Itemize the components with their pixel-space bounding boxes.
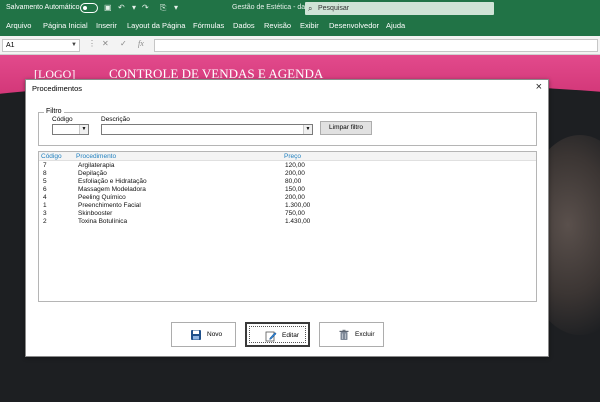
cell-codigo: 4 xyxy=(43,194,47,201)
cell-preco: 120,00 xyxy=(285,162,305,169)
quick-access-icon[interactable]: ⎘ xyxy=(160,3,166,13)
cell-preco: 200,00 xyxy=(285,170,305,177)
editar-label: Editar xyxy=(282,332,299,339)
cell-codigo: 5 xyxy=(43,178,47,185)
excluir-label: Excluir xyxy=(355,331,375,338)
document-title: Gestão de Estética - dados xyxy=(232,4,317,11)
cell-procedimento: Skinbooster xyxy=(78,210,113,217)
save-disk-icon xyxy=(191,330,201,340)
descricao-label: Descrição xyxy=(101,116,130,123)
cell-codigo: 2 xyxy=(43,218,47,225)
autosave-label: Salvamento Automático xyxy=(6,4,80,11)
list-item[interactable]: 4 Peeling Químico 200,00 xyxy=(39,194,536,202)
insert-function-icon[interactable]: fx xyxy=(138,39,144,48)
tab-layout-pagina[interactable]: Layout da Página xyxy=(127,21,185,30)
save-icon[interactable]: ▣ xyxy=(104,3,112,12)
chevron-down-icon[interactable]: ▼ xyxy=(79,125,88,134)
cell-procedimento: Massagem Modeladora xyxy=(78,186,146,193)
chevron-down-icon[interactable]: ▼ xyxy=(71,40,77,51)
cell-preco: 1.430,00 xyxy=(285,218,311,225)
search-box[interactable]: ⌕ Pesquisar xyxy=(305,2,494,15)
cell-preco: 80,00 xyxy=(285,178,302,185)
name-box[interactable]: A1 ▼ xyxy=(2,39,80,52)
list-header: Código Procedimento Preço xyxy=(39,152,536,161)
chevron-down-icon[interactable]: ▼ xyxy=(303,125,312,134)
column-header-preco: Preço xyxy=(284,153,301,160)
codigo-label: Código xyxy=(52,116,73,123)
tab-inserir[interactable]: Inserir xyxy=(96,21,117,30)
tab-exibir[interactable]: Exibir xyxy=(300,21,319,30)
excluir-button[interactable]: Excluir xyxy=(319,322,384,347)
column-header-codigo: Código xyxy=(41,153,62,160)
procedimentos-dialog: Procedimentos × Filtro Código ▼ Descriçã… xyxy=(25,79,549,357)
cell-procedimento: Depilação xyxy=(78,170,107,177)
cell-procedimento: Esfoliação e Hidratação xyxy=(78,178,147,185)
tab-pagina-inicial[interactable]: Página Inicial xyxy=(43,21,88,30)
customize-toolbar-icon[interactable]: ▾ xyxy=(174,3,178,12)
list-item[interactable]: 2 Toxina Botulínica 1.430,00 xyxy=(39,218,536,226)
novo-button[interactable]: Novo xyxy=(171,322,236,347)
descricao-combobox[interactable]: ▼ xyxy=(101,124,313,135)
cancel-icon[interactable]: ✕ xyxy=(102,39,109,48)
list-item[interactable]: 8 Depilação 200,00 xyxy=(39,170,536,178)
list-item[interactable]: 6 Massagem Modeladora 150,00 xyxy=(39,186,536,194)
list-item[interactable]: 1 Preenchimento Facial 1.300,00 xyxy=(39,202,536,210)
list-item[interactable]: 7 Argilaterapia 120,00 xyxy=(39,162,536,170)
editar-button[interactable]: Editar xyxy=(245,322,310,347)
list-item[interactable]: 3 Skinbooster 750,00 xyxy=(39,210,536,218)
autosave-toggle[interactable] xyxy=(80,3,98,13)
cell-preco: 200,00 xyxy=(285,194,305,201)
tab-revisao[interactable]: Revisão xyxy=(264,21,291,30)
tab-formulas[interactable]: Fórmulas xyxy=(193,21,224,30)
cell-codigo: 7 xyxy=(43,162,47,169)
cell-preco: 150,00 xyxy=(285,186,305,193)
novo-label: Novo xyxy=(207,331,223,338)
cell-preco: 750,00 xyxy=(285,210,305,217)
search-placeholder: Pesquisar xyxy=(318,5,350,12)
cell-codigo: 3 xyxy=(43,210,47,217)
cell-codigo: 8 xyxy=(43,170,47,177)
redo-icon[interactable]: ↷ xyxy=(142,3,149,12)
tab-desenvolvedor[interactable]: Desenvolvedor xyxy=(329,21,379,30)
cell-codigo: 1 xyxy=(43,202,47,209)
cell-procedimento: Argilaterapia xyxy=(78,162,115,169)
more-options-icon[interactable]: ⋮ xyxy=(88,39,96,48)
formula-bar: A1 ▼ ⋮ ✕ ✓ fx xyxy=(0,36,600,55)
name-box-value: A1 xyxy=(6,42,15,49)
confirm-icon[interactable]: ✓ xyxy=(120,39,127,48)
procedimentos-list[interactable]: Código Procedimento Preço 7 Argilaterapi… xyxy=(38,151,537,302)
undo-dropdown-icon[interactable]: ▾ xyxy=(132,3,136,12)
cell-codigo: 6 xyxy=(43,186,47,193)
search-icon: ⌕ xyxy=(308,4,313,13)
formula-input[interactable] xyxy=(154,39,598,52)
cell-procedimento: Preenchimento Facial xyxy=(78,202,141,209)
cell-preco: 1.300,00 xyxy=(285,202,311,209)
undo-icon[interactable]: ↶ xyxy=(118,3,125,12)
ribbon-tabs: Arquivo Página Inicial Inserir Layout da… xyxy=(0,17,600,36)
excel-title-bar: Salvamento Automático ▣ ↶ ▾ ↷ ⎘ ▾ Gestão… xyxy=(0,0,600,17)
close-icon[interactable]: × xyxy=(536,81,542,93)
limpar-filtro-button[interactable]: Limpar filtro xyxy=(320,121,372,135)
tab-arquivo[interactable]: Arquivo xyxy=(6,21,31,30)
column-header-procedimento: Procedimento xyxy=(76,153,117,160)
tab-ajuda[interactable]: Ajuda xyxy=(386,21,405,30)
tab-dados[interactable]: Dados xyxy=(233,21,255,30)
list-item[interactable]: 5 Esfoliação e Hidratação 80,00 xyxy=(39,178,536,186)
dialog-title: Procedimentos xyxy=(32,84,83,93)
cell-procedimento: Toxina Botulínica xyxy=(78,218,128,225)
trash-icon xyxy=(339,329,349,340)
codigo-combobox[interactable]: ▼ xyxy=(52,124,89,135)
cell-procedimento: Peeling Químico xyxy=(78,194,126,201)
filter-legend: Filtro xyxy=(44,108,64,115)
edit-icon xyxy=(265,331,277,342)
